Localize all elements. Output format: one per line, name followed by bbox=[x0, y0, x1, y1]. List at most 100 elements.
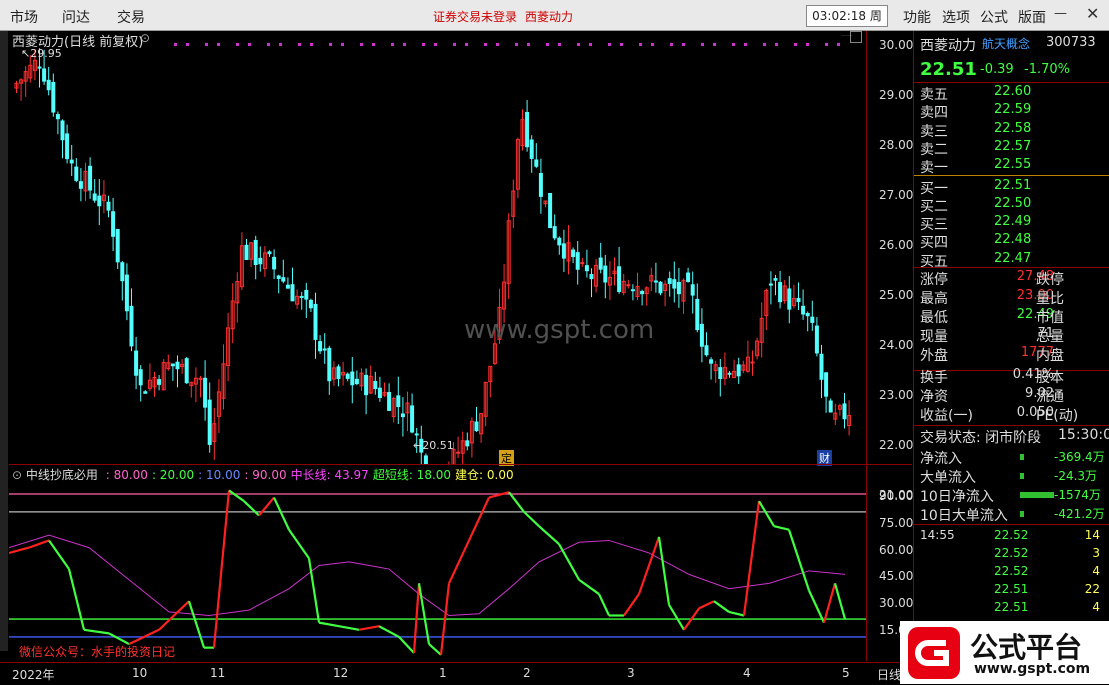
menu-function[interactable]: 功能 bbox=[903, 7, 931, 27]
stock-code: 300733 bbox=[1046, 35, 1096, 50]
left-side-tabs[interactable] bbox=[0, 31, 8, 651]
price-tick: 25.00 bbox=[879, 288, 914, 302]
price-tick: 23.00 bbox=[879, 388, 914, 402]
panel-toggle-icon[interactable] bbox=[850, 31, 862, 43]
price-tick: 22.00 bbox=[879, 438, 914, 452]
short-term-line bbox=[428, 643, 442, 656]
candle-body bbox=[598, 257, 603, 270]
signal-dot bbox=[217, 43, 220, 46]
candle-body bbox=[313, 303, 318, 340]
stat-label: PE(动) bbox=[1036, 408, 1079, 424]
indicator-canvas[interactable] bbox=[9, 465, 866, 661]
signal-dot bbox=[806, 43, 809, 46]
short-term-line bbox=[318, 621, 340, 628]
short-term-line bbox=[598, 593, 610, 616]
stat-label: 现量 bbox=[920, 329, 948, 345]
book-level-label: 买三 bbox=[920, 217, 948, 234]
candle-body bbox=[824, 372, 829, 397]
candle-body bbox=[46, 79, 51, 91]
menu-trade[interactable]: 交易 bbox=[117, 7, 145, 27]
candle-body bbox=[690, 284, 695, 296]
short-term-line bbox=[338, 625, 360, 631]
book-level-price: 22.49 bbox=[994, 214, 1032, 230]
short-term-line bbox=[412, 583, 421, 654]
x-label-nov: 11 bbox=[210, 666, 226, 680]
indicator-panel[interactable]: ⊙ 中线抄底必用 : 80.00: 20.00: 10.00: 90.00 中长线… bbox=[9, 465, 866, 661]
short-term-line bbox=[558, 543, 580, 581]
menu-layout[interactable]: 版面 bbox=[1018, 7, 1046, 27]
kline-panel[interactable]: 西菱动力(日线 前复权) ⊙ ↖29.95 ←20.51 www.gspt.co… bbox=[9, 31, 866, 466]
candle-body bbox=[534, 159, 539, 167]
price-tick: 27.00 bbox=[879, 188, 914, 202]
login-status[interactable]: 证券交易未登录 bbox=[433, 8, 517, 25]
price-tick: 24.00 bbox=[879, 338, 914, 352]
top-menu-bar: 市场 问达 交易 证券交易未登录 西菱动力 03:02:18 周一 功能 选项 … bbox=[0, 0, 1109, 43]
signal-dot bbox=[682, 43, 685, 46]
book-level-price: 22.59 bbox=[994, 102, 1032, 118]
candle-body bbox=[828, 400, 833, 413]
candle-body bbox=[336, 366, 341, 380]
chevron-down-icon[interactable]: ⊙ bbox=[140, 31, 150, 45]
indicator-name[interactable]: 中线抄底必用 bbox=[26, 468, 98, 482]
signal-dot bbox=[763, 43, 766, 46]
menu-market[interactable]: 市场 bbox=[10, 7, 38, 27]
quote-panel: 西菱动力 航天概念 300733 22.51 -0.39 -1.70% 卖五 22… bbox=[913, 31, 1109, 662]
candle-body bbox=[124, 274, 129, 312]
book-level-price: 22.55 bbox=[994, 157, 1032, 173]
price-axis: 30.00 29.00 28.00 27.00 26.00 25.00 24.00 23.00… bbox=[866, 31, 914, 502]
indicator-tick: 60.00 bbox=[879, 542, 914, 557]
candle-body bbox=[768, 283, 773, 286]
minimize-icon[interactable]: — bbox=[1054, 6, 1067, 21]
book-level-price: 22.57 bbox=[994, 138, 1032, 154]
candle-body bbox=[304, 289, 309, 300]
candle-body bbox=[787, 288, 792, 310]
signal-dot bbox=[434, 43, 437, 46]
menu-formula[interactable]: 公式 bbox=[980, 7, 1008, 27]
short-term-line bbox=[307, 558, 321, 623]
signal-dot bbox=[279, 43, 282, 46]
candle-body bbox=[589, 273, 594, 280]
short-term-line bbox=[358, 625, 380, 631]
kline-canvas[interactable] bbox=[9, 31, 866, 464]
concept-tag[interactable]: 航天概念 bbox=[982, 35, 1030, 52]
high-price-label: ↖29.95 bbox=[21, 47, 62, 60]
candle-body bbox=[575, 252, 580, 270]
short-term-line bbox=[463, 497, 490, 552]
menu-ask[interactable]: 问达 bbox=[62, 7, 90, 27]
candle-body bbox=[423, 455, 428, 464]
menu-options[interactable]: 选项 bbox=[942, 7, 970, 27]
candle-body bbox=[258, 257, 263, 265]
flow-label: 净流入 bbox=[920, 451, 962, 467]
signal-dot bbox=[825, 43, 828, 46]
site-logo: 公式平台 www.gspt.com bbox=[900, 621, 1109, 684]
stat-label: 收益(一) bbox=[920, 408, 973, 424]
close-icon[interactable]: ✕ bbox=[1086, 4, 1099, 23]
x-label-apr: 4 bbox=[743, 666, 751, 680]
short-term-line bbox=[212, 490, 231, 648]
candle-body bbox=[143, 391, 148, 394]
indicator-tick: 90.00 bbox=[879, 489, 914, 503]
candle-body bbox=[465, 440, 470, 447]
stat-label: 流通 bbox=[1036, 389, 1064, 405]
short-term-line bbox=[657, 536, 671, 605]
candle-body bbox=[400, 413, 405, 418]
signal-dot bbox=[465, 43, 468, 46]
book-level-label: 买二 bbox=[920, 198, 948, 215]
price-change: -0.39 bbox=[980, 62, 1014, 77]
signal-dot bbox=[744, 43, 747, 46]
period-tab[interactable]: 日线 bbox=[877, 666, 901, 683]
x-label-year: 2022年 bbox=[12, 668, 55, 682]
signal-dot bbox=[298, 43, 301, 46]
candle-body bbox=[801, 305, 806, 315]
candle-body bbox=[267, 251, 272, 255]
signal-dot bbox=[558, 43, 561, 46]
candle-body bbox=[617, 266, 622, 292]
indicator-param: 中长线: 43.97 bbox=[290, 468, 369, 482]
candle-body bbox=[584, 265, 589, 272]
signal-dot bbox=[310, 43, 313, 46]
indicator-menu-icon[interactable]: ⊙ bbox=[12, 468, 22, 482]
short-term-line bbox=[637, 536, 661, 595]
trade-time: 15:30:0 bbox=[1058, 427, 1109, 443]
flow-bar bbox=[1020, 511, 1024, 517]
candle-body bbox=[557, 237, 562, 246]
